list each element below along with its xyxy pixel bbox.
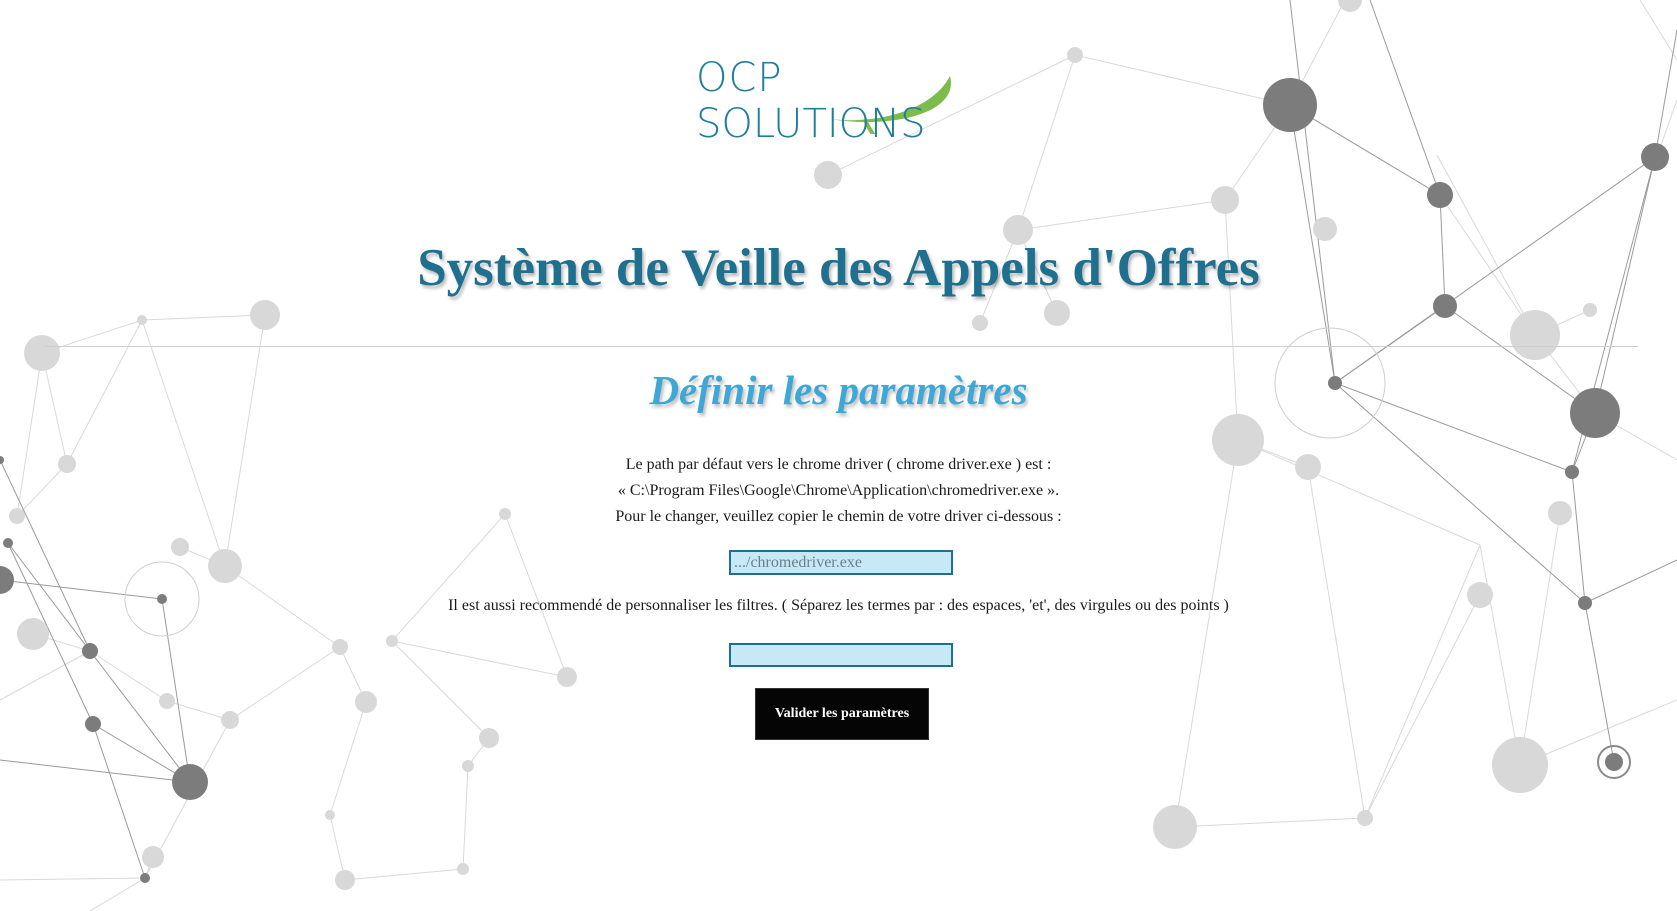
logo-text-ocp: OCP	[696, 55, 783, 101]
info-line-3: Pour le changer, veuillez copier le chem…	[615, 508, 1062, 525]
header-divider	[44, 346, 1638, 347]
section-subtitle: Définir les paramètres	[649, 367, 1028, 413]
page-title: Système de Veille des Appels d'Offres	[417, 239, 1260, 297]
logo-text-solutions: SOLUTIONS	[696, 101, 926, 147]
info-line-2: « C:\Program Files\Google\Chrome\Applica…	[617, 482, 1060, 499]
validate-parameters-button[interactable]: Valider les paramètres	[755, 688, 929, 740]
driver-path-input[interactable]	[729, 550, 953, 575]
page-content: OCP SOLUTIONS Système de Veille des Appe…	[0, 0, 1677, 911]
info-line-1: Le path par défaut vers le chrome driver…	[625, 456, 1052, 473]
ocp-solutions-logo: OCP SOLUTIONS	[690, 52, 990, 152]
filters-instructions: Il est aussi recommendé de personnaliser…	[448, 597, 1229, 614]
driver-path-info: Le path par défaut vers le chrome driver…	[0, 452, 1677, 530]
filters-input[interactable]	[729, 643, 953, 667]
